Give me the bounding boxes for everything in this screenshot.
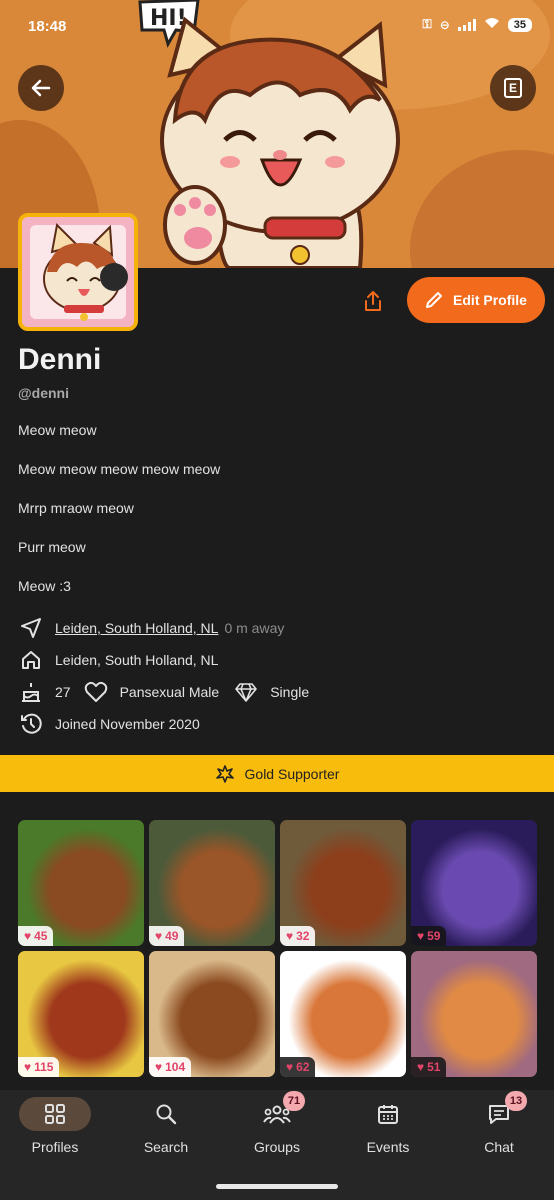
cake-icon [18, 679, 44, 705]
status-icons: ⚿ ⊖ 35 [423, 17, 532, 32]
photo-likes: ♥ 62 [280, 1057, 316, 1077]
location-link[interactable]: Leiden, South Holland, NL [55, 620, 218, 636]
distance-text: 0 m away [224, 620, 285, 636]
do-not-disturb-icon: ⊖ [439, 17, 450, 32]
navigation-arrow-icon [18, 615, 44, 641]
history-icon [18, 711, 44, 737]
nav-label: Groups [254, 1139, 300, 1155]
heart-icon: ♥ [417, 1060, 425, 1074]
heart-icon: ♥ [286, 929, 294, 943]
nav-chat[interactable]: 13 Chat [444, 1090, 554, 1155]
photo-grid: ♥ 45 ♥ 49 ♥ 32 ♥ 59 ♥ 115 ♥ 104 ♥ 62 ♥ 51 [18, 820, 537, 1077]
nav-profiles[interactable]: Profiles [0, 1090, 110, 1155]
nav-label: Profiles [31, 1139, 79, 1155]
photo-likes: ♥ 51 [411, 1057, 447, 1077]
photo-tile[interactable]: ♥ 32 [280, 820, 406, 946]
nav-label: Chat [484, 1139, 514, 1155]
edit-profile-button[interactable]: Edit Profile [407, 277, 545, 323]
heart-icon: ♥ [155, 1060, 163, 1074]
photo-likes: ♥ 115 [18, 1057, 60, 1077]
heart-icon: ♥ [24, 1060, 32, 1074]
photo-likes: ♥ 59 [411, 926, 447, 946]
nav-label: Search [143, 1139, 189, 1155]
photo-likes: ♥ 32 [280, 926, 316, 946]
groups-badge: 71 [283, 1091, 305, 1111]
heart-icon: ♥ [417, 929, 425, 943]
details-row: 27 Pansexual Male Single [18, 679, 309, 705]
photo-tile[interactable]: ♥ 62 [280, 951, 406, 1077]
photo-likes: ♥ 45 [18, 926, 54, 946]
nav-search[interactable]: Search [111, 1090, 221, 1155]
bio-line: Meow meow meow meow meow [18, 461, 221, 477]
grid-icon [45, 1104, 65, 1124]
profile-handle: @denni [18, 385, 69, 401]
orientation-text: Pansexual Male [119, 684, 220, 700]
likes-count: 59 [427, 929, 441, 943]
likes-count: 32 [296, 929, 310, 943]
diamond-icon [233, 679, 259, 705]
avatar-cat-illustration [22, 217, 134, 327]
vpn-key-icon: ⚿ [422, 17, 432, 31]
gold-supporter-banner[interactable]: Gold Supporter [0, 755, 554, 792]
profile-bio: Meow meow Meow meow meow meow meow Mrrp … [18, 422, 538, 617]
heart-icon: ♥ [286, 1060, 294, 1074]
likes-count: 51 [427, 1060, 441, 1074]
photo-tile[interactable]: ♥ 115 [18, 951, 144, 1077]
search-icon [156, 1104, 177, 1125]
relationship-text: Single [270, 684, 310, 700]
share-icon [365, 291, 381, 311]
photo-tile[interactable]: ♥ 59 [411, 820, 537, 946]
arrow-left-icon [31, 79, 51, 97]
calendar-icon [378, 1105, 398, 1124]
likes-count: 115 [34, 1060, 54, 1074]
back-button[interactable] [18, 65, 64, 111]
edit-profile-label: Edit Profile [453, 292, 527, 308]
photo-tile[interactable]: ♥ 45 [18, 820, 144, 946]
bio-line: Mrrp mraow meow [18, 500, 134, 516]
home-indicator [216, 1184, 338, 1189]
age-text: 27 [55, 684, 71, 700]
photo-likes: ♥ 104 [149, 1057, 192, 1077]
bio-line: Meow meow [18, 422, 97, 438]
likes-count: 104 [165, 1060, 186, 1074]
heart-outline-icon [83, 679, 109, 705]
location-row: Leiden, South Holland, NL 0 m away [18, 615, 284, 641]
e-button[interactable]: E [490, 65, 536, 111]
status-bar: 18:48 ⚿ ⊖ 35 [0, 0, 554, 54]
battery-indicator: 35 [507, 17, 532, 32]
profile-avatar[interactable] [18, 213, 138, 331]
chat-badge: 13 [505, 1091, 527, 1111]
likes-count: 49 [165, 929, 179, 943]
photo-tile[interactable]: ♥ 49 [149, 820, 275, 946]
photo-likes: ♥ 49 [149, 926, 185, 946]
heart-icon: ♥ [24, 929, 32, 943]
bio-line: Meow :3 [18, 578, 71, 594]
joined-text: Joined November 2020 [55, 716, 200, 732]
joined-row: Joined November 2020 [18, 711, 200, 737]
home-row: Leiden, South Holland, NL [18, 647, 218, 673]
profile-name: Denni [18, 343, 102, 376]
sparkle-badge-icon [215, 764, 234, 783]
nav-events[interactable]: Events [333, 1090, 443, 1155]
pencil-icon [426, 292, 443, 308]
photo-tile[interactable]: ♥ 104 [149, 951, 275, 1077]
heart-icon: ♥ [155, 929, 163, 943]
gold-supporter-label: Gold Supporter [244, 765, 340, 782]
nav-label: Events [366, 1139, 410, 1155]
e-box-icon: E [504, 78, 522, 98]
wifi-icon [484, 17, 500, 32]
home-location: Leiden, South Holland, NL [55, 652, 219, 668]
signal-icon [457, 18, 476, 31]
status-time: 18:48 [28, 18, 67, 35]
bio-line: Purr meow [18, 539, 86, 555]
photo-tile[interactable]: ♥ 51 [411, 951, 537, 1077]
nav-groups[interactable]: 71 Groups [222, 1090, 332, 1155]
share-button[interactable] [356, 284, 390, 318]
likes-count: 45 [34, 929, 48, 943]
home-icon [18, 647, 44, 673]
likes-count: 62 [296, 1060, 310, 1074]
